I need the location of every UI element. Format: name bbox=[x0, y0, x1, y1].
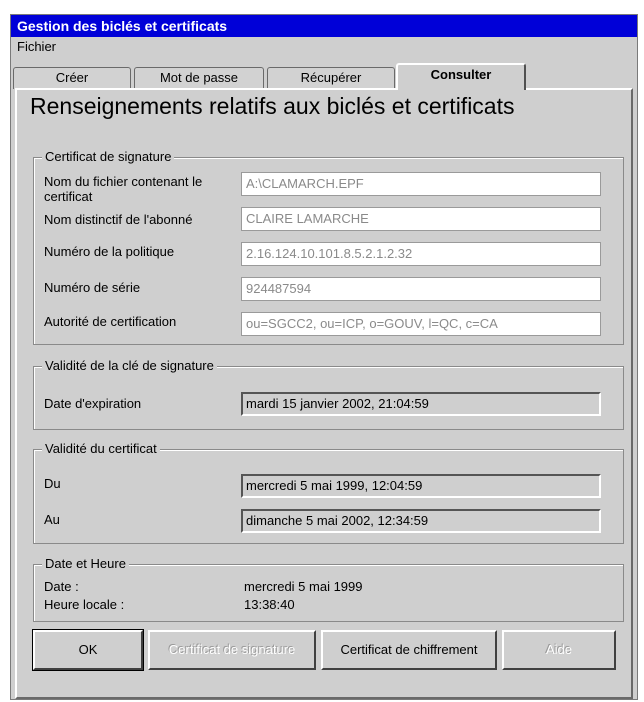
time-value: 13:38:40 bbox=[244, 597, 295, 612]
label-policy: Numéro de la politique bbox=[44, 244, 175, 259]
menu-bar: Fichier bbox=[11, 37, 637, 57]
tab-strip: Créer Mot de passe Récupérer Consulter bbox=[11, 57, 637, 90]
to-value: dimanche 5 mai 2002, 12:34:59 bbox=[241, 509, 601, 533]
expiry-value: mardi 15 janvier 2002, 21:04:59 bbox=[241, 392, 601, 416]
label-subscriber: Nom distinctif de l'abonné bbox=[44, 212, 193, 227]
label-from: Du bbox=[44, 476, 61, 491]
subscriber-field[interactable]: CLAIRE LAMARCHE bbox=[241, 207, 601, 231]
group-legend: Validité du certificat bbox=[42, 441, 160, 456]
encryption-certificate-button[interactable]: Certificat de chiffrement bbox=[321, 630, 497, 670]
menu-file[interactable]: Fichier bbox=[17, 39, 56, 54]
authority-field[interactable]: ou=SGCC2, ou=ICP, o=GOUV, l=QC, c=CA bbox=[241, 312, 601, 336]
serial-field[interactable]: 924487594 bbox=[241, 277, 601, 301]
ok-button[interactable]: OK bbox=[32, 629, 144, 671]
label-expiry: Date d'expiration bbox=[44, 396, 142, 411]
tab-recuperer[interactable]: Récupérer bbox=[267, 67, 395, 89]
window-title: Gestion des biclés et certificats bbox=[11, 15, 637, 37]
tab-consulter[interactable]: Consulter bbox=[396, 63, 526, 90]
page-title: Renseignements relatifs aux biclés et ce… bbox=[30, 93, 515, 119]
label-to: Au bbox=[44, 512, 60, 527]
label-file: Nom du fichier contenant le certificat bbox=[44, 174, 203, 204]
label-serial: Numéro de série bbox=[44, 280, 141, 295]
signature-certificate-button[interactable]: Certificat de signature bbox=[148, 630, 316, 670]
tab-mot-de-passe[interactable]: Mot de passe bbox=[134, 67, 264, 89]
label-authority: Autorité de certification bbox=[44, 314, 177, 329]
file-field[interactable]: A:\CLAMARCH.EPF bbox=[241, 172, 601, 196]
label-local-time: Heure locale : bbox=[44, 597, 125, 612]
tab-creer[interactable]: Créer bbox=[13, 67, 131, 89]
group-legend: Validité de la clé de signature bbox=[42, 358, 217, 373]
group-legend: Date et Heure bbox=[42, 556, 129, 571]
label-date: Date : bbox=[44, 579, 79, 594]
group-legend: Certificat de signature bbox=[42, 149, 175, 164]
policy-field[interactable]: 2.16.124.10.101.8.5.2.1.2.32 bbox=[241, 242, 601, 266]
date-value: mercredi 5 mai 1999 bbox=[244, 579, 363, 594]
from-value: mercredi 5 mai 1999, 12:04:59 bbox=[241, 474, 601, 498]
help-button[interactable]: Aide bbox=[502, 630, 616, 670]
